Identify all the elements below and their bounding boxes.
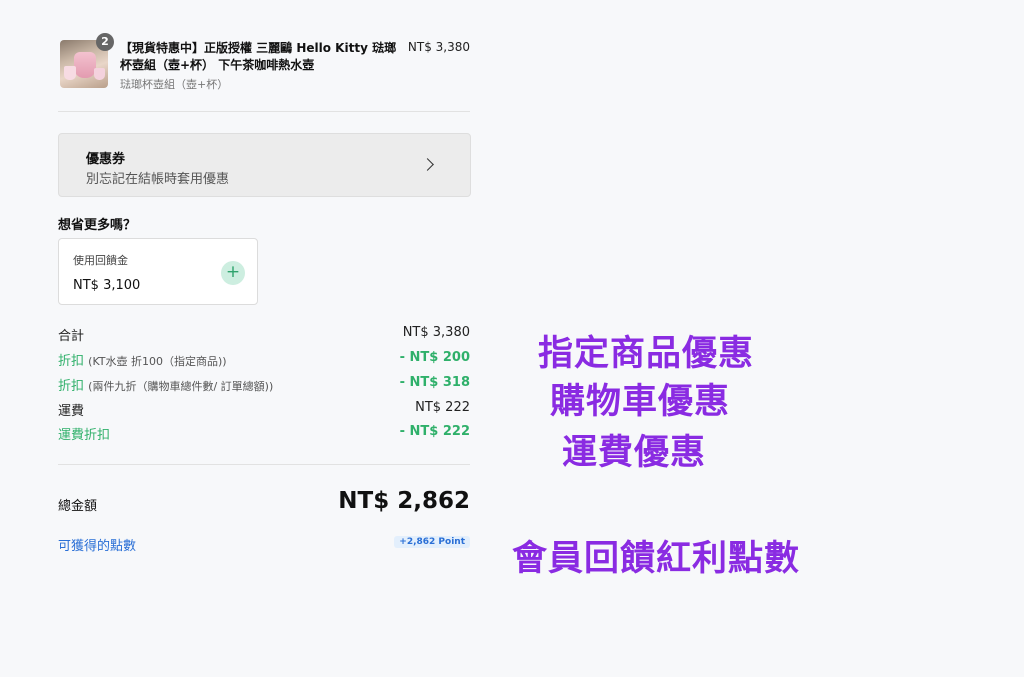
points-badge: +2,862 Point [394, 536, 470, 548]
shipping-value: NT$ 222 [415, 400, 470, 415]
annotation-product-discount: 指定商品優惠 [538, 334, 755, 374]
shipping-discount-value: - NT$ 222 [399, 424, 470, 439]
shipping-discount-row: 運費折扣 - NT$ 222 [58, 424, 470, 443]
discount-row-cart: 折扣 (兩件九折（購物車總件數/ 訂單總額)) - NT$ 318 [58, 375, 470, 394]
coupon-subtitle: 別忘記在結帳時套用優惠 [86, 172, 230, 187]
shipping-discount-label: 運費折扣 [58, 428, 111, 443]
discount-row-product: 折扣 (KT水壺 折100（指定商品)) - NT$ 200 [58, 350, 470, 369]
product-variant: 琺瑯杯壺組（壺+杯） [120, 78, 229, 91]
cup-shape [64, 66, 76, 80]
discount-label: 折扣 [58, 379, 85, 394]
discount-note: (KT水壺 折100（指定商品)) [88, 355, 227, 368]
annotation-shipping-discount: 運費優惠 [562, 433, 707, 473]
divider [58, 464, 470, 465]
subtotal-row: 合計 NT$ 3,380 [58, 325, 470, 344]
shipping-label: 運費 [58, 404, 85, 419]
coupon-title: 優惠券 [86, 152, 126, 167]
discount-value: - NT$ 200 [399, 350, 470, 365]
teapot-shape [74, 52, 96, 78]
annotation-cart-discount: 購物車優惠 [550, 382, 731, 422]
total-label: 總金額 [58, 499, 98, 514]
total-value: NT$ 2,862 [338, 488, 470, 514]
discount-value: - NT$ 318 [399, 375, 470, 390]
reward-value: NT$ 3,100 [73, 278, 141, 293]
discount-label: 折扣 [58, 354, 85, 369]
subtotal-value: NT$ 3,380 [402, 325, 470, 340]
points-label: 可獲得的點數 [58, 539, 137, 554]
cart-line-item: 2 【現貨特惠中】正版授權 三麗鷗 Hello Kitty 琺瑯杯壺組（壺+杯）… [58, 33, 470, 94]
add-reward-button[interactable]: + [221, 261, 245, 285]
discount-note: (兩件九折（購物車總件數/ 訂單總額)) [88, 380, 274, 393]
chevron-right-icon [421, 158, 434, 171]
product-title: 【現貨特惠中】正版授權 三麗鷗 Hello Kitty 琺瑯杯壺組（壺+杯） 下… [120, 41, 397, 72]
annotation-reward-points: 會員回饋紅利點數 [512, 539, 801, 579]
reward-label: 使用回饋金 [73, 254, 128, 267]
subtotal-label: 合計 [58, 329, 85, 344]
reward-credit-card[interactable]: 使用回饋金 NT$ 3,100 + [58, 238, 258, 305]
coupon-button[interactable]: 優惠券 別忘記在結帳時套用優惠 [58, 133, 471, 197]
product-price: NT$ 3,380 [407, 40, 470, 54]
shipping-row: 運費 NT$ 222 [58, 400, 470, 419]
cup-shape [94, 68, 105, 80]
save-more-heading: 想省更多嗎？ [58, 218, 137, 233]
divider [58, 111, 470, 112]
quantity-badge: 2 [96, 33, 114, 51]
